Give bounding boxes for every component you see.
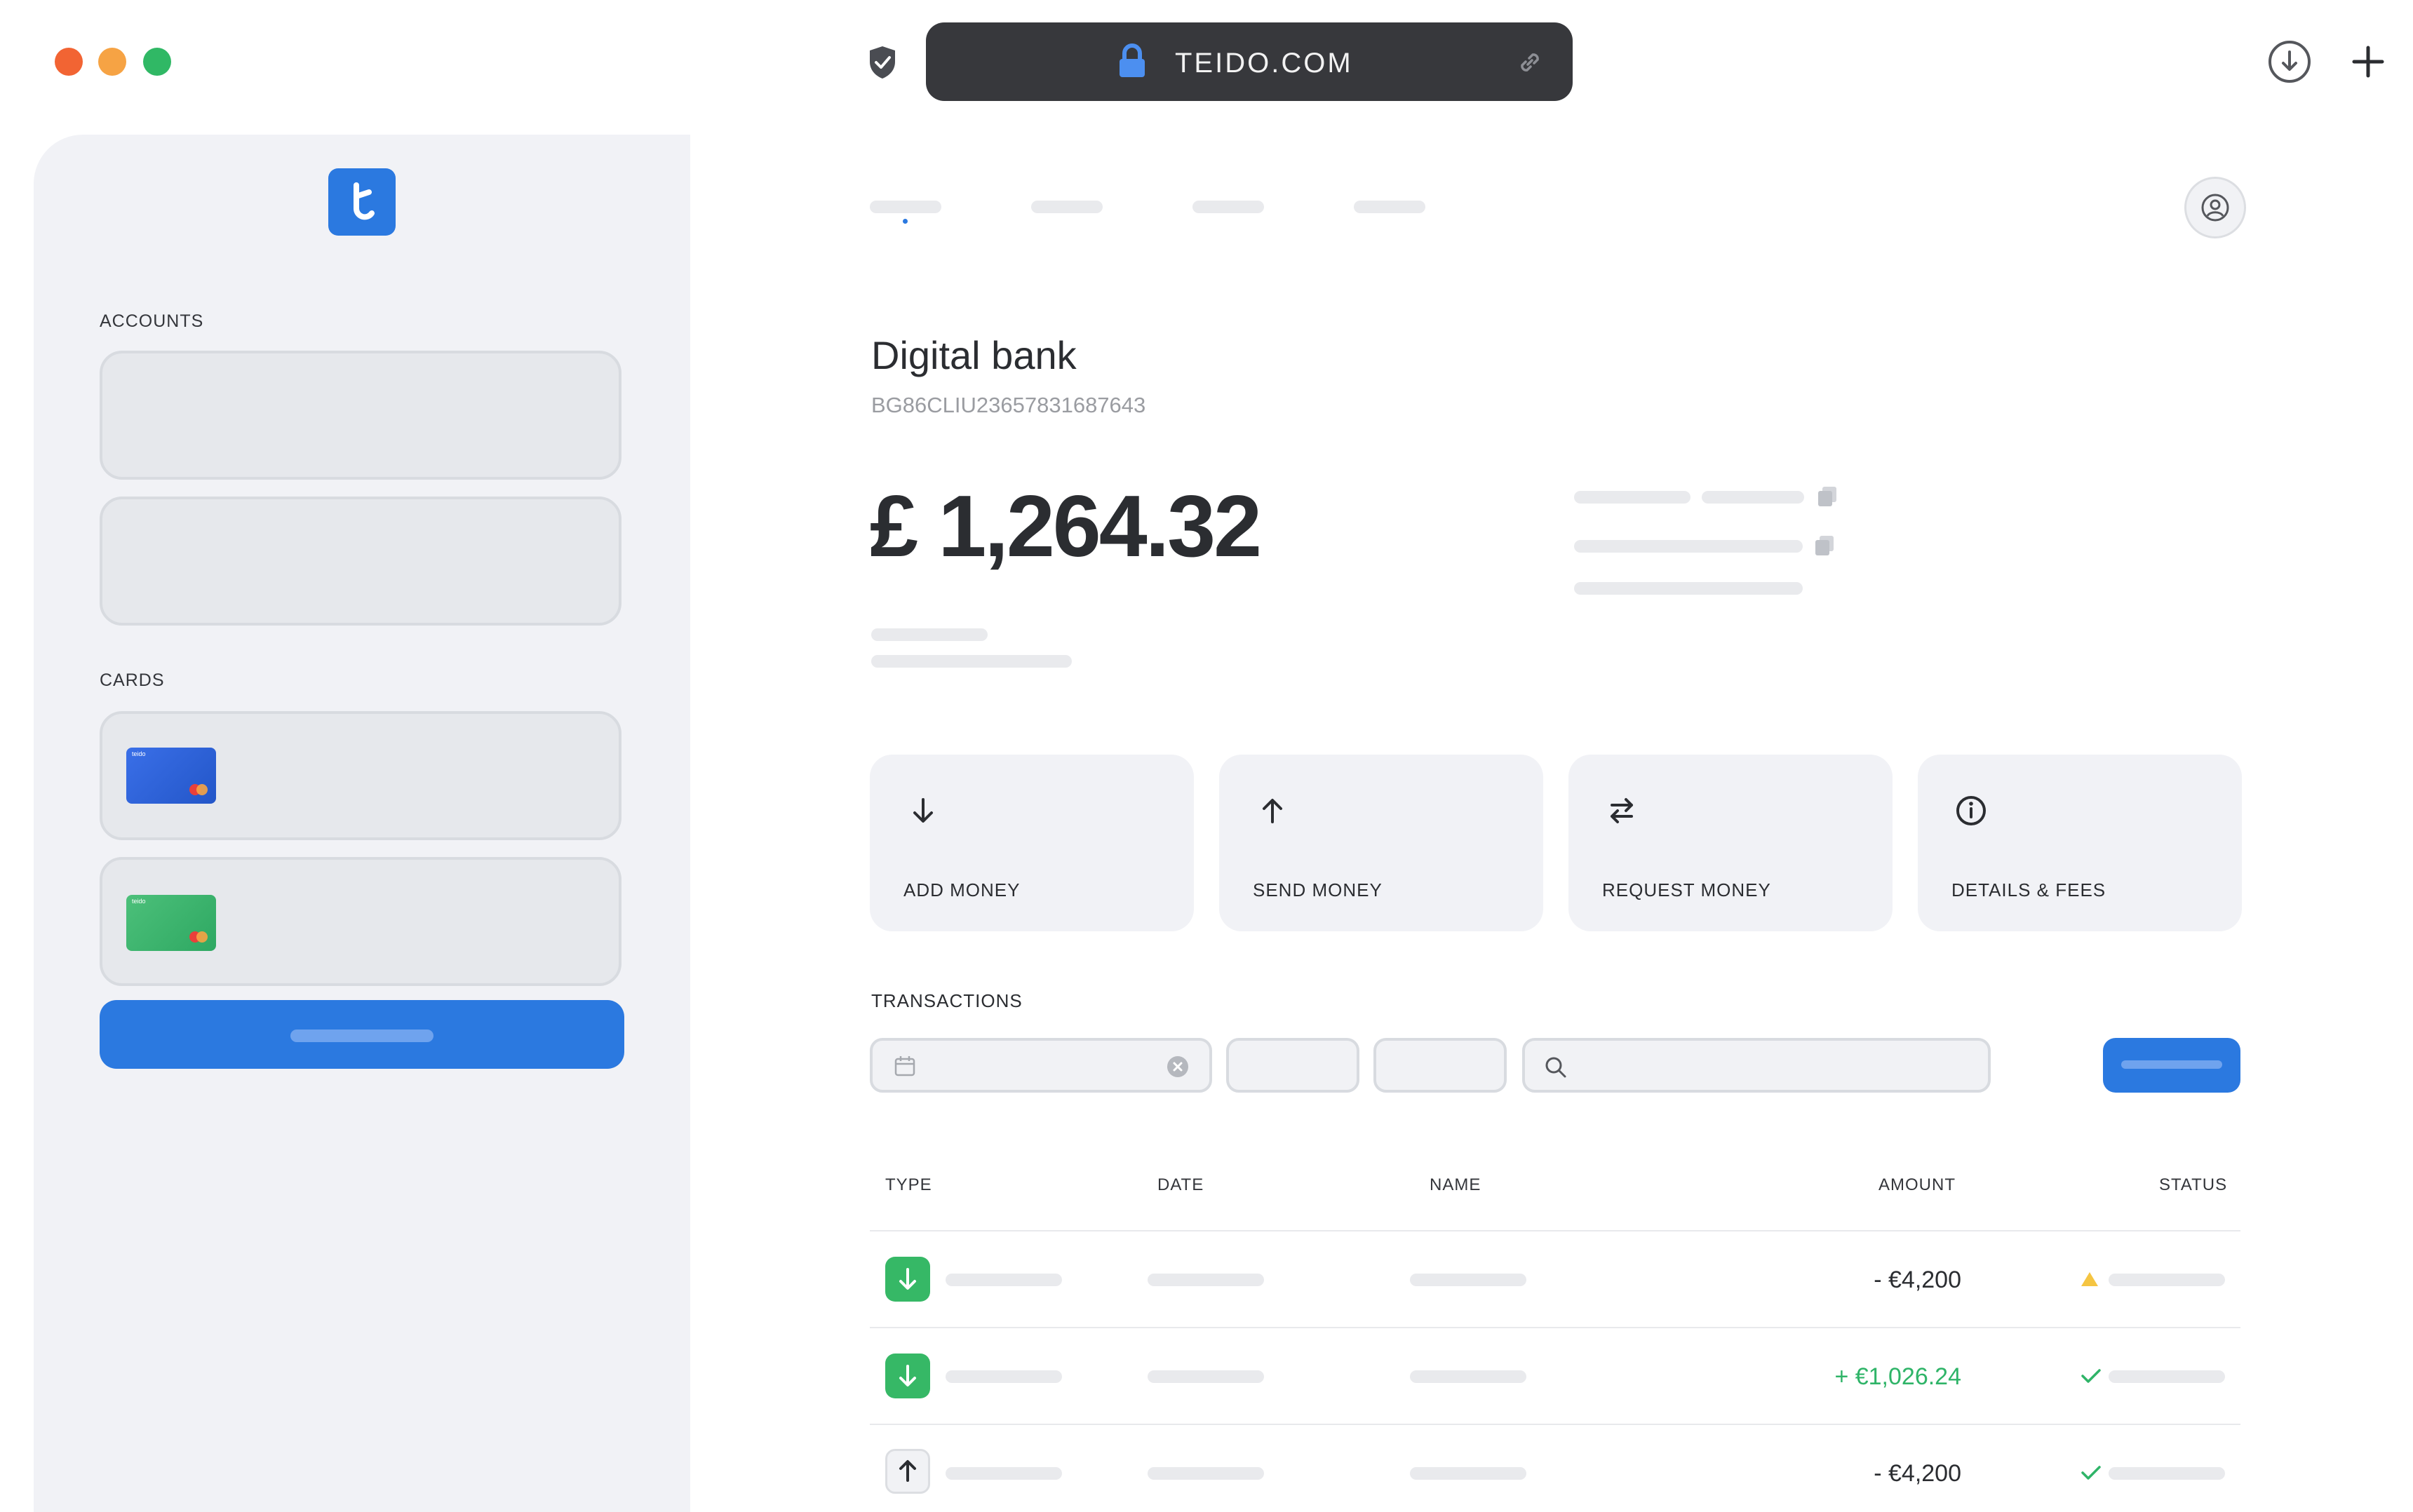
teido-logo[interactable] — [328, 168, 396, 236]
details-fees-label: DETAILS & FEES — [1951, 879, 2106, 900]
blue-card-thumbnail: teido — [126, 748, 216, 804]
info-icon — [1956, 796, 1986, 825]
name-skeleton — [1410, 1370, 1526, 1383]
outgoing-transaction-icon — [885, 1449, 930, 1494]
export-button[interactable] — [2103, 1038, 2240, 1093]
send-money-label: SEND MONEY — [1253, 879, 1383, 900]
arrow-down-icon — [913, 798, 933, 823]
incoming-transaction-icon — [885, 1354, 930, 1398]
search-icon — [1545, 1057, 1566, 1078]
transaction-amount: + €1,026.24 — [1834, 1363, 1961, 1390]
table-row[interactable] — [870, 1328, 2240, 1424]
shield-icon[interactable] — [867, 45, 898, 80]
search-input[interactable] — [1522, 1038, 1991, 1093]
details-fees-button[interactable]: DETAILS & FEES — [1918, 755, 2242, 931]
nav-tab-2[interactable] — [1031, 201, 1103, 213]
lock-icon — [1120, 43, 1145, 77]
column-header-name[interactable]: NAME — [1430, 1175, 1481, 1195]
balance-detail-skeleton-1 — [871, 628, 988, 641]
name-skeleton — [1410, 1274, 1526, 1286]
button-label-placeholder — [290, 1030, 433, 1042]
plus-icon[interactable] — [2350, 43, 2386, 80]
table-row[interactable] — [870, 1425, 2240, 1512]
account-slot-active[interactable] — [100, 351, 621, 480]
card-slot-green[interactable]: teido — [100, 857, 621, 986]
card-slot-blue[interactable]: teido — [100, 711, 621, 840]
date-skeleton — [1148, 1467, 1264, 1480]
account-name: Digital bank — [871, 333, 1077, 377]
checkmark-icon — [2081, 1466, 2101, 1480]
date-skeleton — [1148, 1370, 1264, 1383]
send-money-button[interactable]: SEND MONEY — [1219, 755, 1543, 931]
mastercard-icon — [189, 784, 209, 795]
type-skeleton — [946, 1467, 1062, 1480]
column-header-status[interactable]: STATUS — [2159, 1175, 2227, 1195]
add-money-button[interactable]: ADD MONEY — [870, 755, 1194, 931]
card-brand: teido — [132, 898, 146, 905]
account-iban: BG86CLIU23657831687643 — [871, 393, 1146, 417]
status-skeleton — [2109, 1370, 2225, 1383]
type-skeleton — [946, 1370, 1062, 1383]
request-money-label: REQUEST MONEY — [1602, 879, 1771, 900]
account-slot[interactable] — [100, 497, 621, 626]
balance-detail-skeleton-2 — [871, 655, 1072, 668]
close-window-button[interactable] — [55, 48, 83, 76]
nav-tab-3[interactable] — [1192, 201, 1264, 213]
arrow-up-icon — [1263, 799, 1282, 823]
url-text: TEIDO.COM — [1175, 48, 1353, 79]
date-filter-input[interactable] — [870, 1038, 1212, 1093]
calendar-icon — [894, 1056, 915, 1076]
copy-icon[interactable] — [1818, 487, 1836, 506]
link-icon[interactable] — [1515, 48, 1545, 77]
address-bar[interactable]: TEIDO.COM — [926, 22, 1573, 101]
type-skeleton — [946, 1274, 1062, 1286]
checkmark-icon — [2081, 1369, 2101, 1383]
name-skeleton — [1410, 1467, 1526, 1480]
copy-icon[interactable] — [1815, 536, 1834, 555]
account-detail-skeleton — [1574, 540, 1803, 553]
logo-icon — [354, 182, 375, 220]
nav-tab-4[interactable] — [1354, 201, 1425, 213]
account-balance: £ 1,264.32 — [870, 478, 1262, 575]
button-label-placeholder — [2121, 1060, 2222, 1069]
incoming-transaction-icon — [885, 1257, 930, 1302]
type-filter-dropdown[interactable] — [1226, 1038, 1359, 1093]
nav-active-indicator — [903, 219, 908, 224]
user-icon — [2201, 194, 2229, 222]
account-detail-skeleton — [1702, 491, 1804, 504]
status-skeleton — [2109, 1467, 2225, 1480]
download-icon[interactable] — [2267, 39, 2312, 84]
column-header-amount[interactable]: AMOUNT — [1878, 1175, 1956, 1195]
green-card-thumbnail: teido — [126, 895, 216, 951]
card-brand: teido — [132, 750, 146, 757]
warning-icon — [2081, 1272, 2098, 1286]
sidebar: ACCOUNTS CARDS teido teido — [34, 135, 690, 1512]
status-skeleton — [2109, 1274, 2225, 1286]
profile-button[interactable] — [2184, 177, 2246, 238]
table-row[interactable] — [870, 1231, 2240, 1327]
status-filter-dropdown[interactable] — [1373, 1038, 1507, 1093]
swap-icon — [1611, 798, 1633, 823]
account-detail-skeleton — [1574, 491, 1691, 504]
sidebar-primary-button[interactable] — [100, 1000, 624, 1069]
clear-date-icon[interactable] — [1167, 1056, 1188, 1077]
transaction-amount: - €4,200 — [1874, 1267, 1961, 1293]
minimize-window-button[interactable] — [98, 48, 126, 76]
add-money-label: ADD MONEY — [903, 879, 1021, 900]
mastercard-icon — [189, 931, 209, 943]
cards-section-label: CARDS — [100, 670, 165, 690]
date-skeleton — [1148, 1274, 1264, 1286]
nav-tab-1[interactable] — [870, 201, 941, 213]
column-header-type[interactable]: TYPE — [885, 1175, 932, 1195]
transaction-amount: - €4,200 — [1874, 1460, 1961, 1487]
maximize-window-button[interactable] — [143, 48, 171, 76]
request-money-button[interactable]: REQUEST MONEY — [1568, 755, 1893, 931]
accounts-section-label: ACCOUNTS — [100, 311, 204, 331]
account-detail-skeleton — [1574, 582, 1803, 595]
column-header-date[interactable]: DATE — [1157, 1175, 1204, 1195]
transactions-title: TRANSACTIONS — [871, 990, 1023, 1011]
